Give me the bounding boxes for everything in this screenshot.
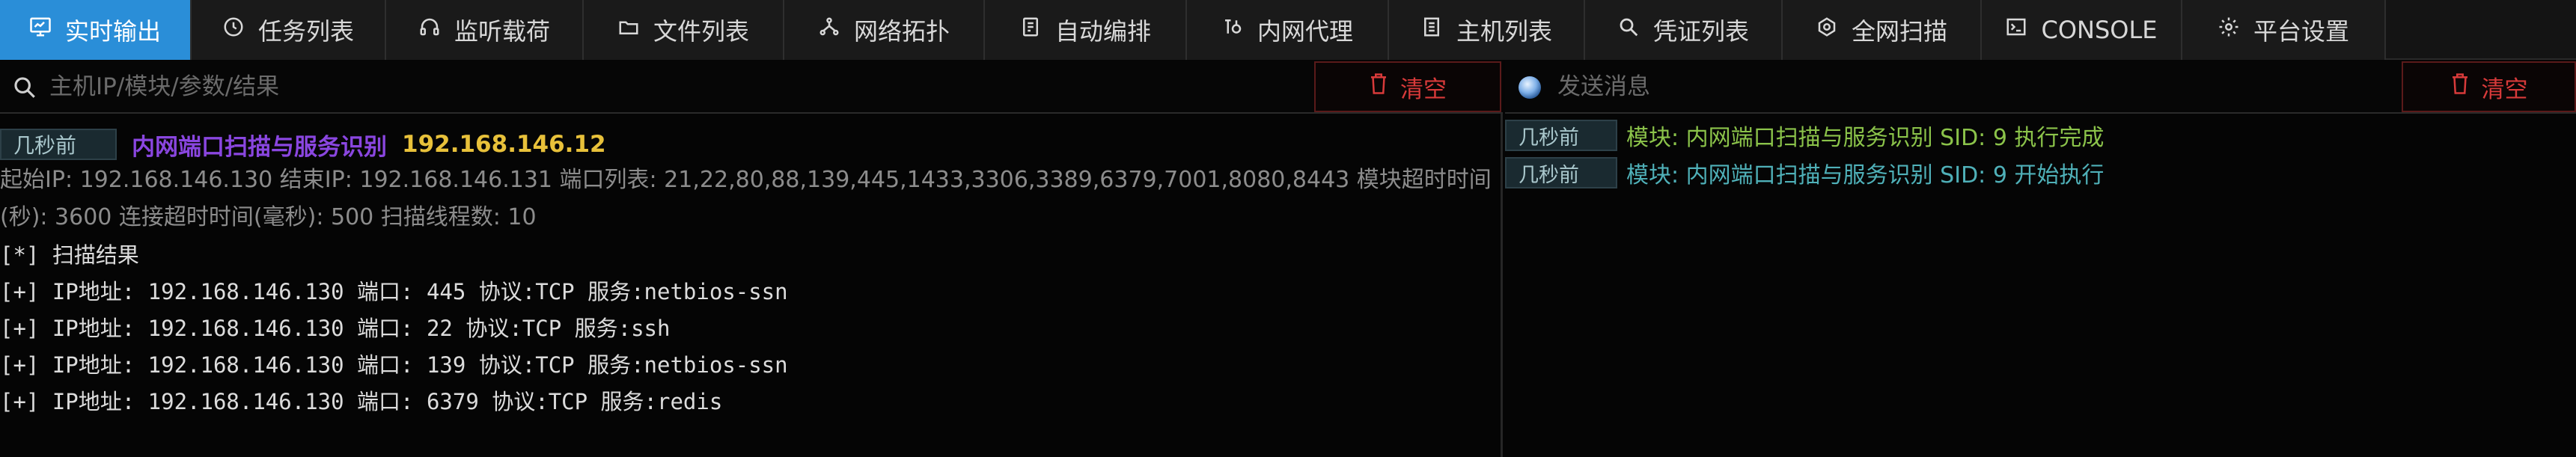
clear-label: 清空 xyxy=(1400,76,1447,103)
tab-console[interactable]: CONSOLE xyxy=(1982,0,2182,60)
tab-label: 内网代理 xyxy=(1257,17,1353,46)
log-entry-header: 几秒前 内网端口扫描与服务识别 192.168.146.12 xyxy=(0,128,606,162)
tab-label: CONSOLE xyxy=(2041,16,2158,44)
time-badge: 几秒前 xyxy=(1505,120,1617,151)
tab-intranet-proxy[interactable]: 内网代理 xyxy=(1187,0,1389,60)
tab-label: 平台设置 xyxy=(2253,17,2349,46)
tab-file-list[interactable]: 文件列表 xyxy=(584,0,784,60)
message-input[interactable] xyxy=(1557,67,2396,106)
search-icon xyxy=(12,75,37,100)
scan-result-output: [*] 扫描结果 [+] IP地址: 192.168.146.130 端口: 4… xyxy=(0,237,788,420)
tab-label: 实时输出 xyxy=(64,17,161,46)
tab-label: 文件列表 xyxy=(653,17,749,46)
event-item: 几秒前 模块: 内网端口扫描与服务识别 SID: 9 执行完成 xyxy=(1505,120,2104,151)
time-badge: 几秒前 xyxy=(1505,157,1617,188)
proxy-icon xyxy=(1221,16,1244,44)
message-bar: 清空 xyxy=(1505,60,2576,114)
globe-icon xyxy=(1517,75,1542,100)
folder-icon xyxy=(617,16,640,44)
result-line: [+] IP地址: 192.168.146.130 端口: 445 协议:TCP… xyxy=(0,279,788,304)
console-icon xyxy=(2005,16,2027,44)
workflow-icon xyxy=(1019,16,1042,44)
clear-label: 清空 xyxy=(2481,76,2528,103)
tab-label: 任务列表 xyxy=(257,17,354,46)
result-line: [*] 扫描结果 xyxy=(0,242,139,268)
tab-task-list[interactable]: 任务列表 xyxy=(192,0,386,60)
host-list-icon xyxy=(1420,16,1443,44)
topology-icon xyxy=(818,16,840,44)
trash-icon xyxy=(1369,73,1388,101)
tab-platform-settings[interactable]: 平台设置 xyxy=(2182,0,2386,60)
tab-bar: 实时输出 任务列表 监听载荷 文件列表 网络拓扑 自动编排 内网代理 主机列表 … xyxy=(0,0,2576,60)
result-line: [+] IP地址: 192.168.146.130 端口: 6379 协议:TC… xyxy=(0,389,723,414)
event-text: 模块: 内网端口扫描与服务识别 SID: 9 开始执行 xyxy=(1626,162,2105,188)
clock-icon xyxy=(222,16,245,44)
tab-label: 网络拓扑 xyxy=(853,17,950,46)
event-item: 几秒前 模块: 内网端口扫描与服务识别 SID: 9 开始执行 xyxy=(1505,157,2104,188)
key-search-icon xyxy=(1617,16,1640,44)
time-badge: 几秒前 xyxy=(0,129,117,160)
tab-credential-list[interactable]: 凭证列表 xyxy=(1585,0,1783,60)
tab-label: 主机列表 xyxy=(1456,17,1552,46)
monitor-icon xyxy=(29,16,52,44)
radar-icon xyxy=(1816,16,1838,44)
tab-network-scan[interactable]: 全网扫描 xyxy=(1783,0,1982,60)
result-line: [+] IP地址: 192.168.146.130 端口: 22 协议:TCP … xyxy=(0,316,671,341)
tab-label: 监听载荷 xyxy=(454,17,550,46)
tab-auto-orchestration[interactable]: 自动编排 xyxy=(985,0,1187,60)
tab-network-topology[interactable]: 网络拓扑 xyxy=(784,0,985,60)
tab-label: 凭证列表 xyxy=(1652,17,1749,46)
message-pane: 清空 几秒前 模块: 内网端口扫描与服务识别 SID: 9 执行完成 几秒前 模… xyxy=(1505,60,2576,457)
tab-label: 自动编排 xyxy=(1054,17,1151,46)
host-ip[interactable]: 192.168.146.12 xyxy=(402,131,606,158)
module-name[interactable]: 内网端口扫描与服务识别 xyxy=(132,128,387,162)
tab-listener-payload[interactable]: 监听载荷 xyxy=(386,0,584,60)
filter-input[interactable] xyxy=(49,67,1307,106)
headphones-icon xyxy=(418,16,441,44)
tab-host-list[interactable]: 主机列表 xyxy=(1389,0,1585,60)
clear-messages-button[interactable]: 清空 xyxy=(2402,61,2576,112)
module-parameters: 起始IP: 192.168.146.130 结束IP: 192.168.146.… xyxy=(0,167,1492,230)
result-line: [+] IP地址: 192.168.146.130 端口: 139 协议:TCP… xyxy=(0,352,788,378)
tab-realtime-output[interactable]: 实时输出 xyxy=(0,0,192,60)
trash-icon xyxy=(2450,73,2470,101)
clear-output-button[interactable]: 清空 xyxy=(1314,61,1501,112)
event-text: 模块: 内网端口扫描与服务识别 SID: 9 执行完成 xyxy=(1626,125,2105,151)
realtime-output-pane: 清空 几秒前 内网端口扫描与服务识别 192.168.146.12 起始IP: … xyxy=(0,60,1503,457)
tab-label: 全网扫描 xyxy=(1851,17,1947,46)
gear-icon xyxy=(2218,16,2240,44)
filter-bar: 清空 xyxy=(0,60,1503,114)
